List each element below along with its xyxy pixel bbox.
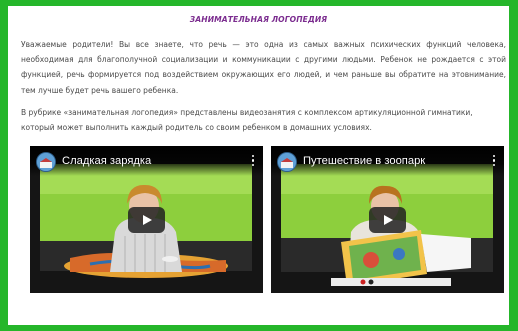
youtube-play-icon[interactable] [128, 206, 165, 233]
video-title-2[interactable]: Путешествие в зоопарк [303, 155, 425, 167]
more-vertical-icon[interactable] [493, 155, 496, 168]
video-player-1[interactable]: Сладкая зарядка [30, 146, 263, 293]
article-card: ЗАНИМАТЕЛЬНАЯ ЛОГОПЕДИЯ Уважаемые родите… [8, 6, 509, 325]
more-vertical-icon[interactable] [252, 155, 255, 168]
youtube-play-icon[interactable] [369, 206, 406, 233]
description-paragraph: В рубрике «занимательная логопедия» пред… [21, 108, 473, 133]
intro-paragraph: Уважаемые родители! Вы все знаете, что р… [21, 40, 506, 95]
channel-avatar-icon[interactable] [277, 152, 297, 172]
page-title: ЗАНИМАТЕЛЬНАЯ ЛОГОПЕДИЯ [189, 15, 328, 24]
video-title-1[interactable]: Сладкая зарядка [62, 155, 151, 167]
channel-avatar-icon[interactable] [36, 152, 56, 172]
video-player-2[interactable]: Путешествие в зоопарк [271, 146, 504, 293]
page-frame: ЗАНИМАТЕЛЬНАЯ ЛОГОПЕДИЯ Уважаемые родите… [0, 0, 518, 331]
